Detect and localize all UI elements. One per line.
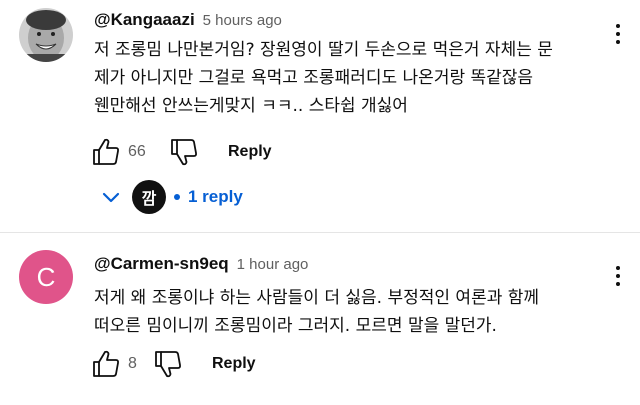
avatar[interactable] bbox=[19, 8, 73, 62]
comment-header: @Kangaaazi 5 hours ago bbox=[94, 10, 282, 30]
comment-text: 저게 왜 조롱이냐 하는 사람들이 더 싫음. 부정적인 여론과 함께 떠오른 … bbox=[94, 284, 614, 340]
comment: C @Carmen-sn9eq 1 hour ago 저게 왜 조롱이냐 하는 … bbox=[0, 240, 640, 405]
dislike-icon[interactable] bbox=[168, 136, 200, 168]
author-name[interactable]: @Carmen-sn9eq bbox=[94, 254, 229, 274]
divider bbox=[0, 232, 640, 233]
avatar-photo bbox=[19, 8, 73, 62]
dislike-icon[interactable] bbox=[152, 348, 184, 380]
separator-dot bbox=[174, 194, 180, 200]
like-icon[interactable] bbox=[90, 348, 122, 380]
comment-text: 저 조롱밈 나만본거임? 장원영이 딸기 두손으로 먹은거 자체는 문 제가 아… bbox=[94, 36, 614, 120]
comment-line: 웬만해선 안쓰는게맞지 ㅋㅋ.. 스타쉽 개싫어 bbox=[94, 96, 408, 116]
comment-line: 떠오른 밈이니끼 조롱밈이라 그러지. 모르면 말을 말던가. bbox=[94, 316, 497, 336]
comment-actions: 66 Reply bbox=[90, 136, 272, 168]
timestamp[interactable]: 5 hours ago bbox=[203, 12, 282, 29]
like-count: 8 bbox=[128, 355, 137, 372]
comment-line: 제가 아니지만 그걸로 욕먹고 조롱패러디도 나온거랑 똑같잖음 bbox=[94, 68, 534, 88]
comment-line: 저 조롱밈 나만본거임? 장원영이 딸기 두손으로 먹은거 자체는 문 bbox=[94, 40, 553, 60]
chevron-down-icon bbox=[102, 192, 120, 203]
like-count: 66 bbox=[128, 143, 146, 160]
comment-line: 저게 왜 조롱이냐 하는 사람들이 더 싫음. 부정적인 여론과 함께 bbox=[94, 288, 540, 308]
reply-button[interactable]: Reply bbox=[212, 355, 256, 373]
replies-count-label: 1 reply bbox=[188, 187, 243, 206]
avatar-letter: C bbox=[36, 261, 56, 292]
comment: @Kangaaazi 5 hours ago 저 조롱밈 나만본거임? 장원영이… bbox=[0, 0, 640, 232]
author-name[interactable]: @Kangaaazi bbox=[94, 10, 195, 30]
view-replies-button[interactable]: 깜 1 reply bbox=[100, 180, 243, 214]
timestamp[interactable]: 1 hour ago bbox=[237, 256, 309, 273]
avatar[interactable]: C bbox=[19, 250, 73, 304]
comment-actions: 8 Reply bbox=[90, 348, 256, 380]
reply-button[interactable]: Reply bbox=[228, 143, 272, 161]
comment-header: @Carmen-sn9eq 1 hour ago bbox=[94, 254, 308, 274]
like-icon[interactable] bbox=[90, 136, 122, 168]
reply-author-avatar: 깜 bbox=[132, 180, 166, 214]
